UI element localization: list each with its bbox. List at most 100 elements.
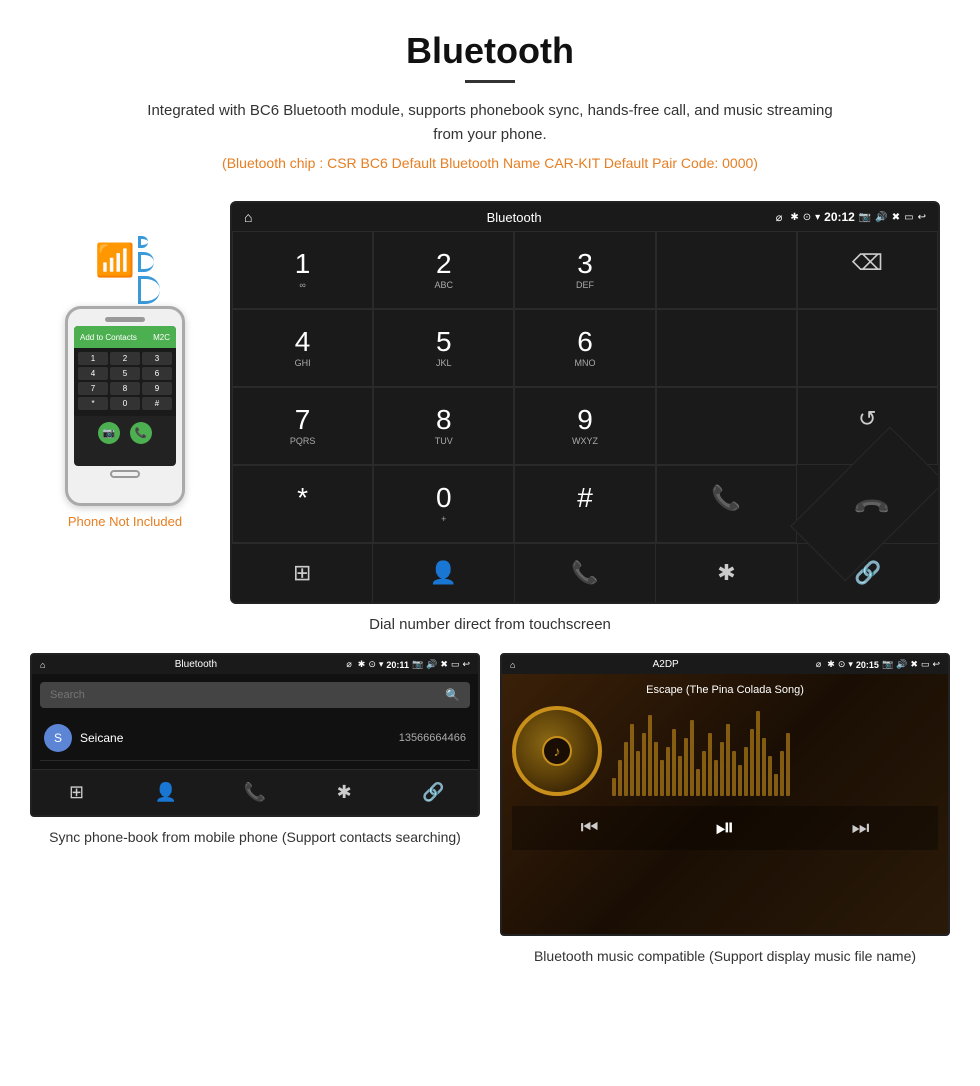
sub-wxyz: WXYZ bbox=[523, 436, 646, 446]
music-cover-area: ♪ bbox=[512, 706, 938, 796]
digit-9: 9 bbox=[523, 406, 646, 434]
digit-3: 3 bbox=[523, 250, 646, 278]
music-caption: Bluetooth music compatible (Support disp… bbox=[534, 946, 916, 967]
sub-tuv: TUV bbox=[382, 436, 505, 446]
phone-home-button bbox=[110, 470, 140, 478]
status-time: 20:12 bbox=[824, 210, 855, 224]
music-prev-button[interactable]: ⏮ bbox=[580, 817, 598, 840]
location-status-icon: ⊙ bbox=[803, 212, 811, 223]
phone-speaker bbox=[105, 317, 145, 322]
sub-jkl: JKL bbox=[382, 358, 505, 368]
camera-icon[interactable]: 📷 bbox=[859, 212, 871, 223]
phone-key-5: 5 bbox=[110, 367, 140, 380]
phone-screen-header: Add to Contacts M2C bbox=[74, 326, 176, 348]
pb-time: 20:11 bbox=[386, 660, 409, 670]
music-close-icon[interactable]: ✖ bbox=[910, 659, 918, 670]
phone-contact-label: Add to Contacts bbox=[80, 333, 137, 342]
music-cam-icon[interactable]: 📷 bbox=[882, 659, 893, 670]
dial-key-star[interactable]: * bbox=[232, 465, 373, 543]
phone-key-1: 1 bbox=[78, 352, 108, 365]
bt-symbol-icon: 📶 bbox=[95, 241, 135, 279]
pb-vol-icon[interactable]: 🔊 bbox=[426, 659, 437, 670]
dial-key-3[interactable]: 3 DEF bbox=[514, 231, 655, 309]
phone-key-star: * bbox=[78, 397, 108, 410]
dial-key-hash[interactable]: # bbox=[514, 465, 655, 543]
dial-key-4[interactable]: 4 GHI bbox=[232, 309, 373, 387]
dialpad-grid: 1 ∞ 2 ABC 3 DEF ⌫ 4 GHI 5 JKL bbox=[232, 231, 938, 543]
digit-8: 8 bbox=[382, 406, 505, 434]
music-home-icon[interactable]: ⌂ bbox=[510, 660, 515, 670]
pb-win-icon[interactable]: ▭ bbox=[451, 659, 460, 670]
nav-bluetooth-icon[interactable]: ✱ bbox=[656, 544, 797, 602]
dial-key-9[interactable]: 9 WXYZ bbox=[514, 387, 655, 465]
music-play-pause-button[interactable]: ⏯ bbox=[715, 814, 734, 842]
page-title: Bluetooth bbox=[20, 30, 960, 72]
nav-phone-icon[interactable]: 📞 bbox=[515, 544, 656, 602]
status-icons: ✱ ⊙ ▾ 20:12 📷 🔊 ✖ ▭ ↩ bbox=[790, 210, 926, 224]
wifi-status-icon: ▾ bbox=[815, 212, 820, 223]
pb-nav-link[interactable]: 🔗 bbox=[389, 770, 478, 815]
pb-search-input[interactable] bbox=[50, 689, 445, 701]
music-disc-inner: ♪ bbox=[542, 736, 572, 766]
pb-nav-bluetooth[interactable]: ✱ bbox=[300, 770, 389, 815]
sub-pqrs: PQRS bbox=[241, 436, 364, 446]
phone-bottom-buttons: 📷 📞 bbox=[74, 416, 176, 450]
main-status-bar: ⌂ Bluetooth ⌀ ✱ ⊙ ▾ 20:12 📷 🔊 ✖ ▭ ↩ bbox=[232, 203, 938, 231]
music-back-icon[interactable]: ↩ bbox=[932, 659, 940, 670]
music-next-button[interactable]: ⏭ bbox=[852, 817, 870, 840]
dial-key-8[interactable]: 8 TUV bbox=[373, 387, 514, 465]
pb-nav-grid[interactable]: ⊞ bbox=[32, 770, 121, 815]
pb-status-icons: ✱ ⊙ ▾ 20:11 📷 🔊 ✖ ▭ ↩ bbox=[358, 659, 470, 670]
bluetooth-wave-icon: 📶 bbox=[95, 231, 155, 301]
music-disc: ♪ bbox=[512, 706, 602, 796]
phone-call-button: 📷 bbox=[98, 422, 120, 444]
sub-abc: ABC bbox=[382, 280, 505, 290]
dial-key-1[interactable]: 1 ∞ bbox=[232, 231, 373, 309]
page-description: Integrated with BC6 Bluetooth module, su… bbox=[140, 99, 840, 147]
pb-search-bar[interactable]: 🔍 bbox=[40, 682, 470, 708]
sub-mno: MNO bbox=[523, 358, 646, 368]
pb-close-icon[interactable]: ✖ bbox=[440, 659, 448, 670]
pb-usb-icon: ⌀ bbox=[346, 659, 351, 670]
dial-key-0[interactable]: 0 + bbox=[373, 465, 514, 543]
dial-key-call-green[interactable]: 📞 bbox=[656, 465, 797, 543]
sub-plus: + bbox=[382, 514, 505, 524]
phone-key-0: 0 bbox=[110, 397, 140, 410]
phone-model-label: M2C bbox=[153, 333, 170, 342]
music-vol-icon[interactable]: 🔊 bbox=[896, 659, 907, 670]
pb-avatar: S bbox=[44, 724, 72, 752]
phonebook-status-bar: ⌂ Bluetooth ⌀ ✱ ⊙ ▾ 20:11 📷 🔊 ✖ ▭ ↩ bbox=[32, 655, 478, 674]
sub-ghi: GHI bbox=[241, 358, 364, 368]
phone-not-included-label: Phone Not Included bbox=[68, 514, 182, 529]
dial-key-7[interactable]: 7 PQRS bbox=[232, 387, 373, 465]
dial-key-empty-3 bbox=[797, 309, 938, 387]
window-icon[interactable]: ▭ bbox=[904, 212, 913, 223]
nav-dialpad-icon[interactable]: ⊞ bbox=[232, 544, 373, 602]
pb-contact-number: 13566664466 bbox=[399, 732, 466, 744]
volume-icon[interactable]: 🔊 bbox=[875, 212, 887, 223]
pb-cam-icon[interactable]: 📷 bbox=[412, 659, 423, 670]
back-icon[interactable]: ↩ bbox=[918, 212, 926, 223]
close-icon[interactable]: ✖ bbox=[892, 212, 900, 223]
pb-back-icon[interactable]: ↩ bbox=[462, 659, 470, 670]
dial-key-5[interactable]: 5 JKL bbox=[373, 309, 514, 387]
pb-home-icon[interactable]: ⌂ bbox=[40, 660, 45, 670]
dial-key-2[interactable]: 2 ABC bbox=[373, 231, 514, 309]
pb-nav-contacts[interactable]: 👤 bbox=[121, 770, 210, 815]
digit-7: 7 bbox=[241, 406, 364, 434]
phone-key-6: 6 bbox=[142, 367, 172, 380]
music-loc-icon: ⊙ bbox=[838, 659, 846, 670]
nav-contacts-icon[interactable]: 👤 bbox=[373, 544, 514, 602]
music-controls: ⏮ ⏯ ⏭ bbox=[512, 806, 938, 850]
home-icon[interactable]: ⌂ bbox=[244, 209, 252, 225]
digit-0: 0 bbox=[382, 484, 505, 512]
dial-key-6[interactable]: 6 MNO bbox=[514, 309, 655, 387]
music-win-icon[interactable]: ▭ bbox=[921, 659, 930, 670]
music-screen: ⌂ A2DP ⌀ ✱ ⊙ ▾ 20:15 📷 🔊 ✖ ▭ ↩ Escape (T… bbox=[500, 653, 950, 936]
dial-key-backspace[interactable]: ⌫ bbox=[797, 231, 938, 309]
sub-def: DEF bbox=[523, 280, 646, 290]
phone-dialpad: 1 2 3 4 5 6 7 8 9 * bbox=[74, 348, 176, 416]
digit-6: 6 bbox=[523, 328, 646, 356]
main-caption: Dial number direct from touchscreen bbox=[0, 616, 980, 633]
pb-nav-phone[interactable]: 📞 bbox=[210, 770, 299, 815]
